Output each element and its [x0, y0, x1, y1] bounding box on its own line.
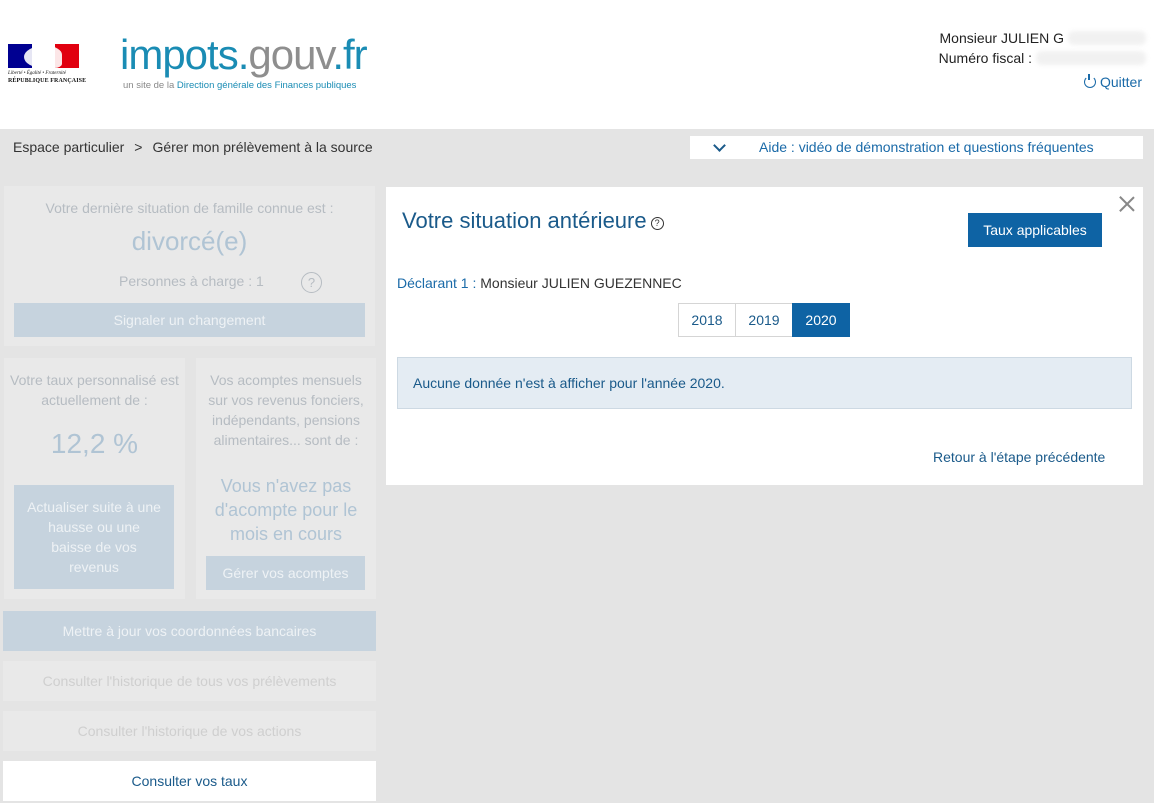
- help-icon[interactable]: ?: [650, 216, 664, 230]
- logo-republic: RÉPUBLIQUE FRANÇAISE: [8, 78, 87, 84]
- year-tab-2019[interactable]: 2019: [735, 303, 793, 337]
- previous-situation-panel: Votre situation antérieure ? Taux applic…: [386, 187, 1143, 485]
- panel-title: Votre situation antérieure ?: [402, 208, 664, 234]
- redacted-fiscal-number: [1036, 51, 1146, 65]
- declarant-info: Déclarant 1 : Monsieur JULIEN GUEZENNEC: [397, 275, 682, 291]
- installments-card: Vos acomptes mensuels sur vos revenus fo…: [196, 358, 376, 599]
- update-rate-button[interactable]: Actualiser suite à une hausse ou une bai…: [14, 485, 174, 589]
- breadcrumb-root[interactable]: Espace particulier: [13, 139, 124, 155]
- help-label: Aide : vidéo de démonstration et questio…: [759, 139, 1094, 155]
- year-selector: 2018 2019 2020: [678, 303, 850, 337]
- republique-francaise-logo[interactable]: Liberté • Égalité • Fraternité RÉPUBLIQU…: [8, 44, 87, 88]
- breadcrumb-separator: >: [134, 139, 143, 155]
- site-header: Liberté • Égalité • Fraternité RÉPUBLIQU…: [0, 0, 1154, 129]
- history-all-withdrawals-button[interactable]: Consulter l'historique de tous vos prélè…: [3, 661, 376, 701]
- applicable-rates-button[interactable]: Taux applicables: [968, 213, 1102, 247]
- redacted-name: [1068, 31, 1146, 45]
- manage-installments-button[interactable]: Gérer vos acomptes: [206, 556, 365, 590]
- power-icon: [1083, 74, 1096, 88]
- history-actions-button[interactable]: Consulter l'historique de vos actions: [3, 711, 376, 751]
- info-message: Aucune donnée n'est à afficher pour l'an…: [397, 357, 1132, 409]
- installments-label: Vos acomptes mensuels sur vos revenus fo…: [208, 372, 364, 448]
- breadcrumb: Espace particulier > Gérer mon prélèveme…: [13, 139, 373, 155]
- site-tagline: un site de la Direction générale des Fin…: [123, 80, 357, 91]
- user-name: Monsieur JULIEN G: [939, 28, 1146, 48]
- breadcrumb-current: Gérer mon prélèvement à la source: [152, 139, 373, 155]
- close-icon[interactable]: [1118, 195, 1135, 212]
- back-link[interactable]: Retour à l'étape précédente: [933, 449, 1105, 465]
- help-accordion[interactable]: Aide : vidéo de démonstration et questio…: [690, 136, 1143, 159]
- family-status: divorcé(e): [131, 226, 248, 256]
- consult-rates-button[interactable]: Consulter vos taux: [3, 761, 376, 801]
- rate-card: Votre taux personnalisé est actuellement…: [4, 358, 185, 599]
- logo-motto: Liberté • Égalité • Fraternité: [8, 71, 66, 76]
- family-situation-card: Votre dernière situation de famille conn…: [4, 186, 375, 346]
- report-change-button[interactable]: Signaler un changement: [14, 303, 365, 337]
- quit-button[interactable]: Quitter: [1083, 74, 1142, 90]
- year-tab-2020[interactable]: 2020: [792, 303, 850, 337]
- help-icon[interactable]: ?: [301, 272, 322, 293]
- user-info: Monsieur JULIEN G Numéro fiscal :: [939, 28, 1146, 68]
- update-bank-details-button[interactable]: Mettre à jour vos coordonnées bancaires: [3, 611, 376, 651]
- rate-label: Votre taux personnalisé est actuellement…: [10, 372, 179, 408]
- family-label: Votre dernière situation de famille conn…: [45, 200, 334, 216]
- year-tab-2018[interactable]: 2018: [678, 303, 736, 337]
- impots-gouv-logo[interactable]: impots.gouv.fr: [120, 30, 368, 80]
- fiscal-number: Numéro fiscal :: [939, 48, 1146, 68]
- chevron-down-icon: [713, 139, 726, 152]
- installments-value: Vous n'avez pas d'acompte pour le mois e…: [214, 476, 358, 544]
- dependents-count: Personnes à charge : 1: [119, 273, 264, 289]
- rate-value: 12,2 %: [50, 428, 139, 459]
- marianne-icon: [24, 46, 62, 68]
